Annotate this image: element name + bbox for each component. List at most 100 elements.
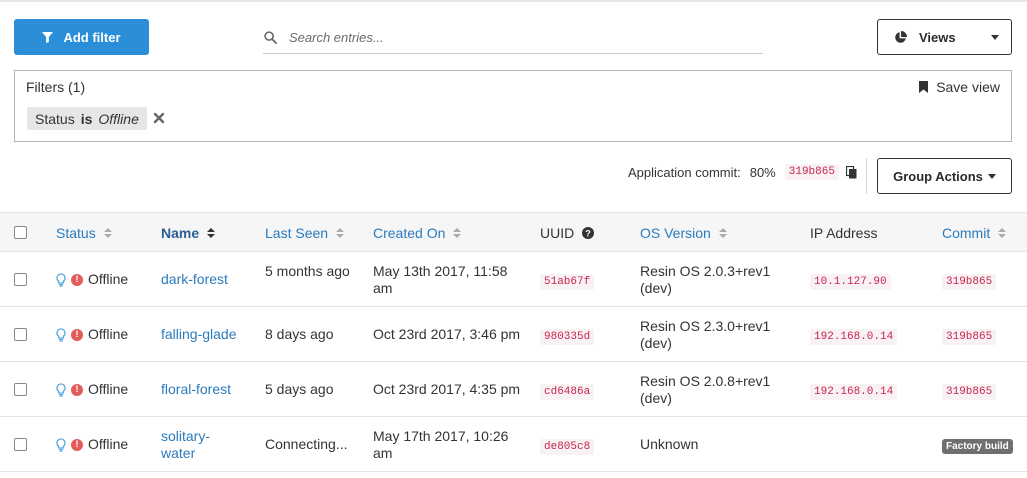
uuid-code: 51ab67f [540, 274, 595, 290]
group-actions-button[interactable]: Group Actions [877, 158, 1012, 194]
column-header-last-seen-label: Last Seen [265, 225, 329, 241]
column-header-ip-address: IP Address [810, 225, 877, 241]
column-header-name-label: Name [161, 225, 200, 241]
uuid-code: 980335d [540, 329, 595, 345]
top-divider [0, 0, 1027, 2]
status-text: Offline [88, 381, 129, 397]
views-dropdown-button[interactable]: Views [877, 19, 1012, 55]
copy-icon[interactable] [845, 165, 857, 179]
column-header-commit-label: Commit [942, 225, 991, 241]
svg-text:?: ? [585, 228, 591, 238]
column-header-ip-address-label: IP Address [810, 225, 878, 241]
column-header-uuid: UUID ? [540, 225, 595, 241]
status-cell: ! Offline [56, 381, 128, 398]
column-header-uuid-label: UUID [540, 225, 575, 241]
add-filter-button[interactable]: Add filter [14, 19, 149, 55]
commit-code: 319b865 [942, 384, 997, 400]
os-version: Resin OS 2.0.3+rev1 (dev) [640, 263, 771, 296]
commit-code: 319b865 [942, 274, 997, 290]
filter-funnel-icon [42, 31, 54, 43]
bookmark-icon [919, 81, 929, 93]
application-commit-percent: 80% [749, 164, 776, 180]
column-header-status-label: Status [56, 225, 96, 241]
row-checkbox[interactable] [14, 273, 27, 286]
device-name-link[interactable]: dark-forest [161, 271, 228, 288]
status-text: Offline [88, 436, 129, 452]
column-header-created-on-label: Created On [373, 225, 446, 241]
ip-address-code: 192.168.0.14 [810, 329, 898, 345]
save-view-label: Save view [936, 79, 1000, 95]
status-cell: ! Offline [56, 326, 128, 343]
status-text: Offline [88, 326, 129, 342]
search-input[interactable] [289, 30, 749, 45]
filter-chip-operator: is [80, 110, 93, 127]
uuid-code: cd6486a [540, 384, 595, 400]
last-seen: 8 days ago [265, 326, 334, 342]
status-cell: ! Offline [56, 271, 128, 288]
group-actions-label: Group Actions [893, 168, 983, 184]
filters-panel: Filters (1) Save view Status is Offline [14, 70, 1012, 142]
row-checkbox[interactable] [14, 438, 27, 451]
question-circle-icon[interactable]: ? [582, 227, 595, 239]
ip-address-code: 10.1.127.90 [810, 274, 891, 290]
sort-icon [718, 228, 727, 238]
status-cell: ! Offline [56, 436, 128, 453]
last-seen: 5 days ago [265, 381, 334, 397]
column-header-name[interactable]: Name [161, 225, 216, 241]
application-commit-info: Application commit: 80% 319b865 [628, 164, 857, 180]
row-checkbox[interactable] [14, 383, 27, 396]
os-version: Resin OS 2.3.0+rev1 (dev) [640, 318, 771, 351]
search-bar [263, 22, 763, 54]
select-all-checkbox[interactable] [14, 226, 27, 239]
device-name-link[interactable]: solitary-water [161, 428, 231, 462]
column-header-created-on[interactable]: Created On [373, 225, 462, 241]
filters-title: Filters (1) [26, 79, 86, 95]
column-header-os-version-label: OS Version [640, 225, 711, 241]
created-on: May 17th 2017, 10:26 am [373, 428, 509, 461]
sort-icon [103, 228, 112, 238]
table-row: ! Offline dark-forest 5 months ago May 1… [0, 252, 1027, 307]
exclamation-circle-icon: ! [71, 383, 83, 396]
chevron-down-icon [991, 34, 999, 40]
uuid-code: de805c8 [540, 439, 595, 455]
devices-table: Status Name Last Seen Created On UUID ? … [0, 212, 1027, 472]
search-icon [264, 31, 277, 44]
sort-icon [998, 228, 1007, 238]
close-icon[interactable] [153, 112, 165, 124]
column-header-commit[interactable]: Commit [942, 225, 1007, 241]
table-row: ! Offline floral-forest 5 days ago Oct 2… [0, 362, 1027, 417]
lightbulb-icon [56, 272, 66, 287]
lightbulb-icon [56, 327, 66, 342]
sort-icon [207, 228, 216, 238]
application-commit-label: Application commit: [628, 164, 741, 180]
os-version: Resin OS 2.0.8+rev1 (dev) [640, 373, 771, 406]
device-name-link[interactable]: floral-forest [161, 381, 231, 398]
last-seen: Connecting... [265, 436, 348, 452]
save-view-button[interactable]: Save view [919, 79, 1000, 95]
row-checkbox[interactable] [14, 328, 27, 341]
column-header-status[interactable]: Status [56, 225, 112, 241]
application-commit-hash: 319b865 [784, 164, 839, 180]
column-header-last-seen[interactable]: Last Seen [265, 225, 345, 241]
exclamation-circle-icon: ! [71, 273, 83, 286]
chevron-down-icon [987, 173, 996, 179]
os-version: Unknown [640, 436, 699, 452]
exclamation-circle-icon: ! [71, 438, 83, 451]
created-on: Oct 23rd 2017, 3:46 pm [373, 326, 521, 342]
column-header-os-version[interactable]: OS Version [640, 225, 727, 241]
device-name-link[interactable]: falling-glade [161, 326, 237, 343]
sort-icon [336, 228, 345, 238]
filter-chip[interactable]: Status is Offline [27, 107, 147, 130]
commit-code: 319b865 [942, 329, 997, 345]
exclamation-circle-icon: ! [71, 328, 83, 341]
created-on: May 13th 2017, 11:58 am [373, 263, 508, 296]
add-filter-label: Add filter [63, 29, 121, 45]
views-label: Views [919, 29, 956, 45]
filter-chip-value: Offline [98, 110, 139, 127]
table-row: ! Offline solitary-water Connecting... M… [0, 417, 1027, 472]
status-text: Offline [88, 271, 129, 287]
table-row: ! Offline falling-glade 8 days ago Oct 2… [0, 307, 1027, 362]
factory-build-badge: Factory build [942, 439, 1013, 454]
sort-icon [453, 228, 462, 238]
created-on: Oct 23rd 2017, 4:35 pm [373, 381, 521, 397]
